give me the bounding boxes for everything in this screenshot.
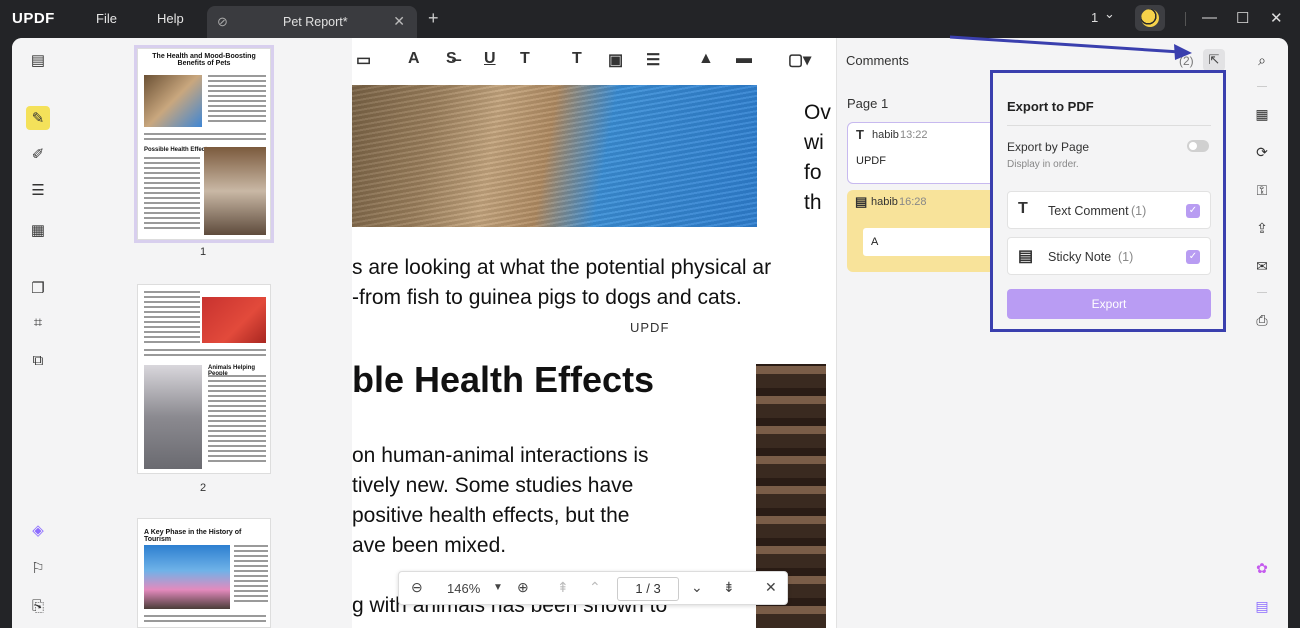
annotation-arrow (0, 0, 1300, 624)
